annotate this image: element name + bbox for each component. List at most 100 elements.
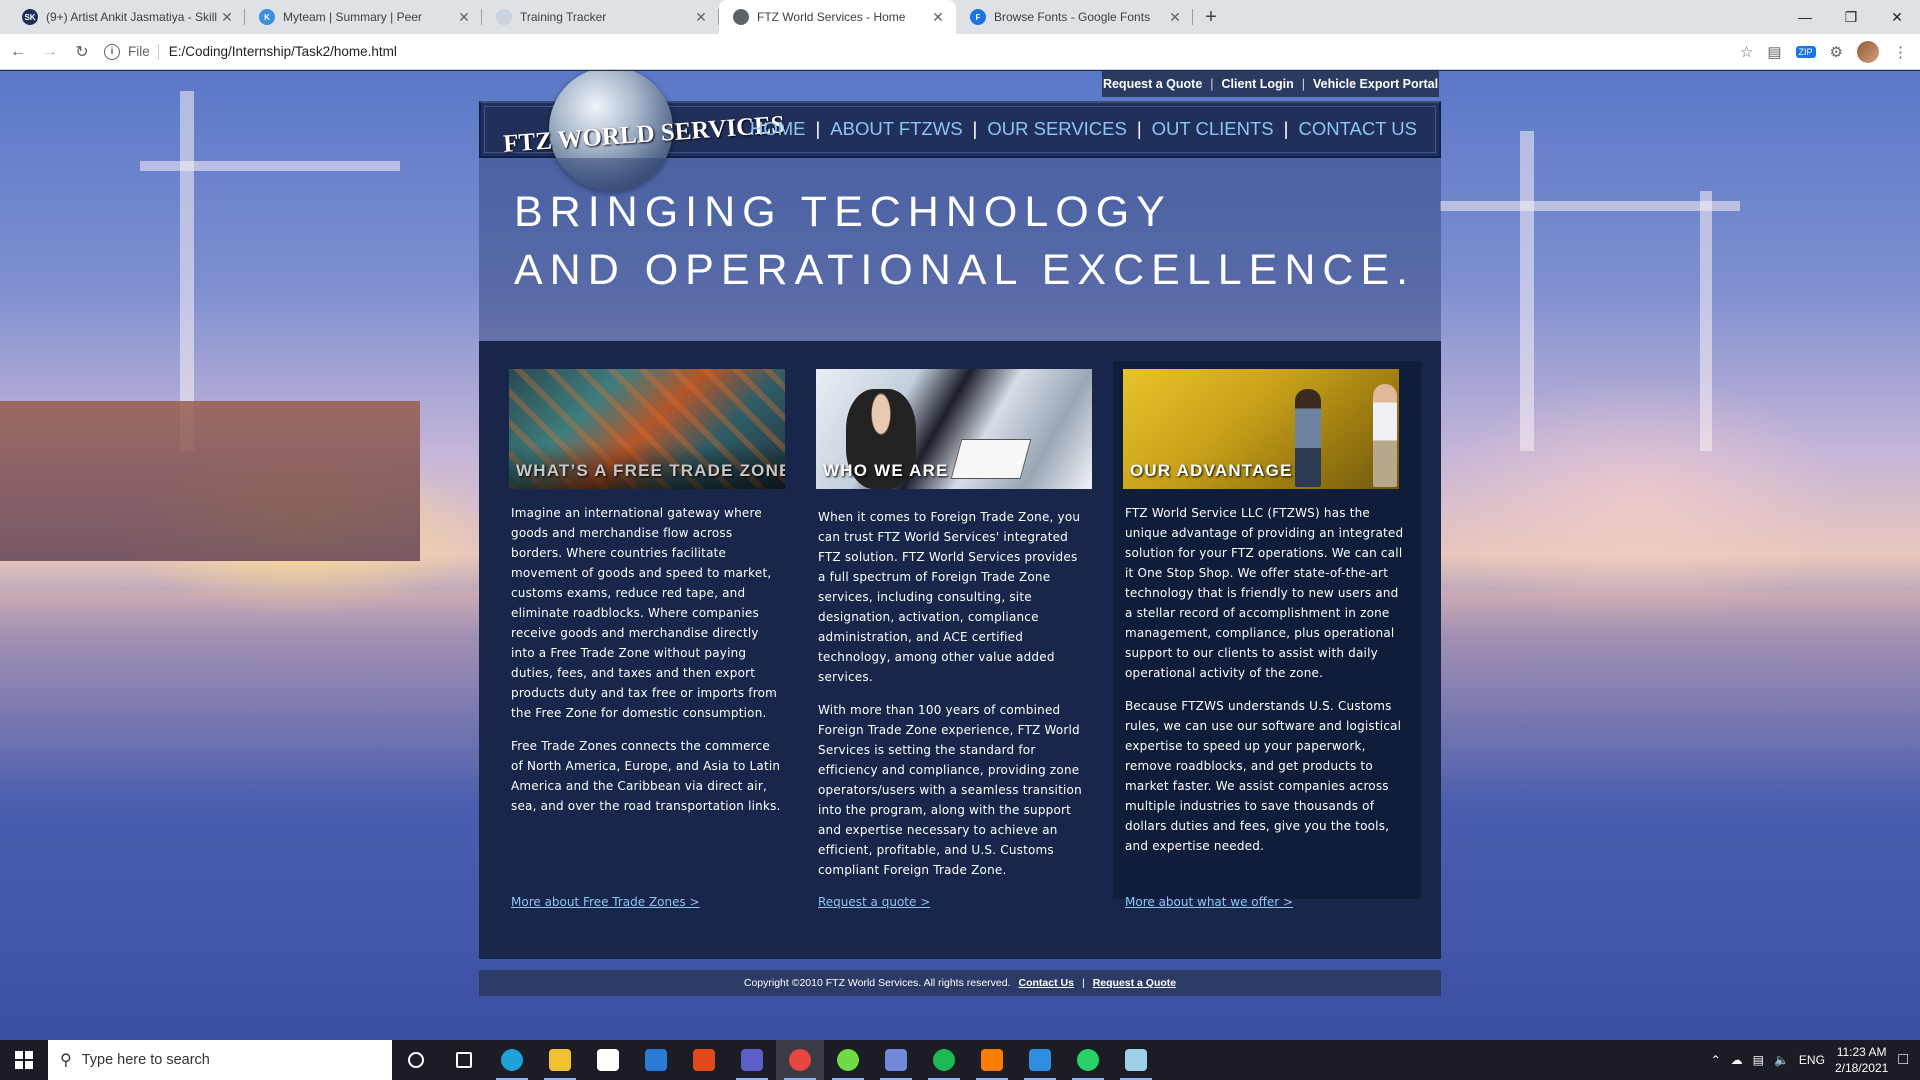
content-area: WHAT’S A FREE TRADE ZONE? Imagine an int…: [479, 341, 1441, 959]
tray-chevron-icon[interactable]: ⌃: [1711, 1053, 1721, 1067]
close-tab-icon[interactable]: ✕: [456, 9, 472, 26]
nav-about[interactable]: ABOUT FTZWS: [830, 118, 962, 140]
browser-tab[interactable]: K Myteam | Summary | Peer ✕: [245, 0, 482, 34]
paragraph: Free Trade Zones connects the commerce o…: [511, 739, 781, 813]
forward-arrow-icon[interactable]: →: [36, 38, 64, 66]
network-icon[interactable]: ▤: [1753, 1053, 1764, 1067]
site-header: FTZ WORLD SERVICES HOME | ABOUT FTZWS | OU…: [479, 71, 1441, 191]
column-who-we-are: WHO WE ARE When it comes to Foreign Trad…: [806, 361, 1092, 921]
more-free-trade-zones-link[interactable]: More about Free Trade Zones >: [511, 895, 700, 909]
task-view-icon[interactable]: [440, 1040, 488, 1080]
extension-zip-icon[interactable]: ZIP: [1795, 46, 1816, 58]
language-indicator[interactable]: ENG: [1799, 1053, 1825, 1067]
our-advantage-image: OUR ADVANTAGE: [1123, 369, 1399, 489]
extension-reader-icon[interactable]: ▤: [1767, 43, 1781, 61]
close-tab-icon[interactable]: ✕: [930, 9, 946, 26]
copyright-text: Copyright ©2010 FTZ World Services. All …: [743, 977, 1011, 989]
new-tab-button[interactable]: +: [1193, 0, 1229, 34]
close-window-icon[interactable]: ✕: [1874, 0, 1920, 34]
our-advantage-caption: OUR ADVANTAGE: [1130, 461, 1293, 480]
client-login-link[interactable]: Client Login: [1222, 77, 1294, 91]
vscode-icon[interactable]: [1016, 1040, 1064, 1080]
spotify-icon[interactable]: [920, 1040, 968, 1080]
back-arrow-icon[interactable]: ←: [4, 38, 32, 66]
skillshare-icon: SK: [22, 9, 38, 25]
onedrive-icon[interactable]: ☁: [1731, 1053, 1743, 1067]
illustrator-icon[interactable]: [968, 1040, 1016, 1080]
browser-tab[interactable]: SK (9+) Artist Ankit Jasmatiya - Skill ✕: [8, 0, 245, 34]
tab-title: Training Tracker: [520, 10, 607, 24]
browser-tab[interactable]: FTZ World Services - Home ✕: [719, 0, 956, 34]
nav-home[interactable]: HOME: [750, 118, 806, 140]
reload-icon[interactable]: ↻: [68, 38, 96, 66]
taskbar-search-input[interactable]: ⚲ Type here to search: [48, 1040, 392, 1080]
bookmark-star-icon[interactable]: ☆: [1740, 43, 1753, 61]
edge-icon[interactable]: [488, 1040, 536, 1080]
browser-tab[interactable]: F Browse Fonts - Google Fonts ✕: [956, 0, 1193, 34]
discord-icon[interactable]: [872, 1040, 920, 1080]
nav-contact[interactable]: CONTACT US: [1298, 118, 1417, 140]
store-icon[interactable]: [584, 1040, 632, 1080]
file-explorer-icon[interactable]: [536, 1040, 584, 1080]
minimize-icon[interactable]: —: [1782, 0, 1828, 34]
nav-clients[interactable]: OUT CLIENTS: [1152, 118, 1274, 140]
request-quote-link[interactable]: Request a quote >: [818, 895, 930, 909]
upwork-icon[interactable]: [824, 1040, 872, 1080]
search-placeholder: Type here to search: [81, 1052, 210, 1068]
profile-avatar[interactable]: [1857, 41, 1879, 63]
close-tab-icon[interactable]: ✕: [693, 9, 709, 26]
paragraph: When it comes to Foreign Trade Zone, you…: [818, 510, 1081, 684]
notes-icon[interactable]: [1112, 1040, 1160, 1080]
nav-services[interactable]: OUR SERVICES: [987, 118, 1126, 140]
free-trade-zone-text: Imagine an international gateway where g…: [511, 503, 781, 829]
tab-title: (9+) Artist Ankit Jasmatiya - Skill: [46, 10, 218, 24]
globe-icon: [733, 9, 749, 25]
tab-title: FTZ World Services - Home: [757, 10, 906, 24]
hero-banner: BRINGING TECHNOLOGY AND OPERATIONAL EXCE…: [479, 158, 1441, 341]
windows-taskbar: ⚲ Type here to search ⌃ ☁ ▤ 🔈 ENG 11:23 …: [0, 1040, 1920, 1080]
chrome-icon[interactable]: [776, 1040, 824, 1080]
menu-kebab-icon[interactable]: ⋮: [1893, 43, 1908, 61]
info-icon[interactable]: i: [104, 43, 120, 60]
browser-tab-bar: SK (9+) Artist Ankit Jasmatiya - Skill ✕ K M…: [0, 0, 1920, 34]
request-quote-link[interactable]: Request a Quote: [1103, 77, 1202, 91]
who-we-are-text: When it comes to Foreign Trade Zone, you…: [818, 507, 1088, 893]
site-container: FTZ WORLD SERVICES HOME | ABOUT FTZWS | OU…: [479, 71, 1441, 1040]
notifications-icon[interactable]: □: [1898, 1051, 1908, 1069]
paragraph: With more than 100 years of combined For…: [818, 703, 1082, 877]
paragraph: FTZ World Service LLC (FTZWS) has the un…: [1125, 506, 1404, 680]
close-tab-icon[interactable]: ✕: [219, 9, 235, 26]
clock-date: 2/18/2021: [1834, 1061, 1889, 1075]
our-advantage-text: FTZ World Service LLC (FTZWS) has the un…: [1125, 503, 1409, 869]
footer-contact-link[interactable]: Contact Us: [1019, 977, 1074, 989]
search-icon: ⚲: [60, 1052, 72, 1069]
address-bar[interactable]: i File E:/Coding/Internship/Task2/home.h…: [104, 38, 397, 66]
google-fonts-icon: F: [970, 9, 986, 25]
address-scheme-label: File: [128, 44, 150, 59]
clock[interactable]: 11:23 AM 2/18/2021: [1835, 1044, 1888, 1076]
browser-toolbar: ← → ↻ i File E:/Coding/Internship/Task2/…: [0, 34, 1920, 70]
free-trade-zone-caption: WHAT’S A FREE TRADE ZONE?: [516, 461, 785, 480]
hero-tagline: BRINGING TECHNOLOGY AND OPERATIONAL EXCE…: [514, 183, 1415, 299]
tagline-line-1: BRINGING TECHNOLOGY: [514, 188, 1172, 236]
web-page: Request a Quote | Client Login | Vehicle…: [0, 71, 1920, 1040]
teams-icon[interactable]: [728, 1040, 776, 1080]
close-tab-icon[interactable]: ✕: [1167, 9, 1183, 26]
mail-icon[interactable]: [632, 1040, 680, 1080]
maximize-icon[interactable]: ❐: [1828, 0, 1874, 34]
volume-icon[interactable]: 🔈: [1774, 1053, 1789, 1067]
office-icon[interactable]: [680, 1040, 728, 1080]
whatsapp-icon[interactable]: [1064, 1040, 1112, 1080]
site-footer: Copyright ©2010 FTZ World Services. All …: [479, 970, 1441, 996]
vehicle-export-portal-link[interactable]: Vehicle Export Portal: [1313, 77, 1438, 91]
windows-start-icon[interactable]: [0, 1040, 48, 1080]
extensions-puzzle-icon[interactable]: ⚙: [1830, 43, 1843, 61]
browser-tab[interactable]: Training Tracker ✕: [482, 0, 719, 34]
more-what-we-offer-link[interactable]: More about what we offer >: [1125, 895, 1293, 909]
footer-request-quote-link[interactable]: Request a Quote: [1093, 977, 1176, 989]
myteam-icon: K: [259, 9, 275, 25]
address-url[interactable]: E:/Coding/Internship/Task2/home.html: [169, 44, 397, 59]
cortana-icon[interactable]: [392, 1040, 440, 1080]
clock-time: 11:23 AM: [1836, 1045, 1887, 1059]
utility-links: Request a Quote | Client Login | Vehicle…: [1102, 71, 1439, 97]
